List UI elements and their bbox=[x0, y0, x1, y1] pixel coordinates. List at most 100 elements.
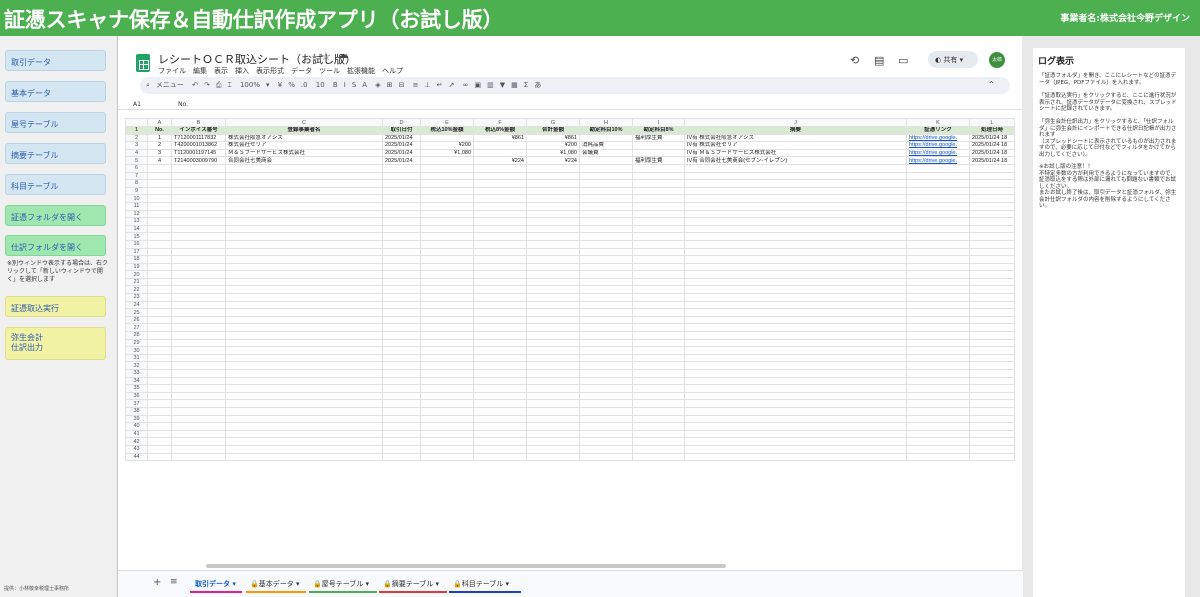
table-cell[interactable] bbox=[526, 315, 580, 325]
row-number[interactable]: 7 bbox=[125, 171, 148, 181]
table-cell[interactable] bbox=[579, 201, 633, 211]
table-cell[interactable] bbox=[382, 437, 421, 446]
table-cell[interactable] bbox=[420, 444, 474, 454]
table-cell[interactable] bbox=[420, 399, 474, 408]
table-cell[interactable] bbox=[420, 353, 474, 363]
table-cell[interactable]: 福利厚生費 bbox=[632, 133, 685, 143]
table-cell[interactable] bbox=[969, 331, 1015, 340]
table-cell[interactable] bbox=[147, 369, 172, 378]
table-cell[interactable] bbox=[906, 429, 970, 439]
table-cell[interactable] bbox=[906, 399, 970, 408]
star-icon[interactable]: ☆ bbox=[321, 50, 331, 63]
table-cell[interactable] bbox=[906, 376, 970, 386]
table-cell[interactable] bbox=[632, 331, 685, 340]
table-cell[interactable] bbox=[420, 262, 474, 272]
share-button[interactable]: ◐ 共有 ▾ bbox=[928, 51, 978, 68]
table-cell[interactable] bbox=[906, 452, 970, 462]
tab-summary-table[interactable]: 🔒摘要テーブル ▾ bbox=[383, 579, 439, 589]
table-cell[interactable] bbox=[579, 186, 633, 196]
table-cell[interactable] bbox=[147, 361, 172, 370]
table-cell[interactable] bbox=[906, 384, 970, 393]
table-cell[interactable] bbox=[526, 201, 580, 211]
strike-icon[interactable]: S bbox=[352, 81, 356, 89]
table-cell[interactable] bbox=[171, 361, 226, 370]
row-number[interactable]: 40 bbox=[125, 422, 148, 431]
open-voucher-folder-button[interactable]: 証憑フォルダを開く bbox=[5, 205, 106, 226]
header-cell[interactable]: 勘定科目8% bbox=[632, 126, 685, 135]
table-cell[interactable] bbox=[473, 346, 527, 355]
table-cell[interactable] bbox=[906, 262, 970, 272]
column-letter[interactable]: L bbox=[969, 118, 1015, 127]
row-number[interactable]: 6 bbox=[125, 163, 148, 173]
table-cell[interactable] bbox=[420, 270, 474, 279]
table-cell[interactable] bbox=[225, 361, 383, 370]
header-cell[interactable]: 税込8%金額 bbox=[473, 126, 527, 135]
table-cell[interactable] bbox=[526, 239, 580, 249]
table-cell[interactable] bbox=[382, 179, 421, 188]
table-cell[interactable] bbox=[632, 255, 685, 264]
table-cell[interactable] bbox=[906, 422, 970, 431]
table-cell[interactable] bbox=[969, 384, 1015, 393]
table-cell[interactable]: T4200001013862 bbox=[171, 141, 226, 150]
filter-icon[interactable]: ▼ bbox=[500, 81, 505, 89]
table-cell[interactable] bbox=[526, 217, 580, 226]
menu-view[interactable]: 表示 bbox=[214, 67, 228, 75]
table-cell[interactable] bbox=[420, 437, 474, 446]
table-cell[interactable] bbox=[473, 179, 527, 188]
row-number[interactable]: 28 bbox=[125, 331, 148, 340]
table-cell[interactable] bbox=[147, 414, 172, 424]
table-cell[interactable] bbox=[147, 376, 172, 386]
table-cell[interactable] bbox=[969, 232, 1015, 241]
table-cell[interactable] bbox=[147, 315, 172, 325]
table-cell[interactable] bbox=[526, 194, 580, 203]
search-icon[interactable]: ⌕ bbox=[146, 81, 150, 89]
page-scrollbar[interactable] bbox=[1188, 36, 1200, 597]
table-cell[interactable] bbox=[632, 452, 685, 462]
row-number[interactable]: 43 bbox=[125, 444, 148, 454]
table-cell[interactable] bbox=[969, 414, 1015, 424]
add-sheet-icon[interactable]: + bbox=[153, 577, 161, 588]
table-cell[interactable] bbox=[969, 391, 1015, 401]
table-cell[interactable]: ¥224 bbox=[473, 156, 527, 165]
table-cell[interactable] bbox=[632, 186, 685, 196]
table-cell[interactable] bbox=[171, 285, 226, 295]
table-cell[interactable] bbox=[382, 399, 421, 408]
table-cell[interactable] bbox=[225, 399, 383, 408]
table-cell[interactable] bbox=[969, 399, 1015, 408]
table-cell[interactable] bbox=[632, 444, 685, 454]
table-cell[interactable] bbox=[969, 179, 1015, 188]
table-cell[interactable] bbox=[420, 384, 474, 393]
table-cell[interactable]: T2140003009790 bbox=[171, 156, 226, 165]
table-cell[interactable] bbox=[632, 239, 685, 249]
transaction-data-button[interactable]: 取引データ bbox=[5, 50, 106, 71]
table-cell[interactable] bbox=[225, 232, 383, 241]
horizontal-scrollbar[interactable] bbox=[206, 564, 726, 568]
table-cell[interactable] bbox=[473, 406, 527, 416]
table-cell[interactable] bbox=[906, 232, 970, 241]
formula-content[interactable]: No. bbox=[178, 101, 188, 108]
menu-data[interactable]: データ bbox=[291, 67, 312, 75]
trade-name-table-button[interactable]: 屋号テーブル bbox=[5, 112, 106, 133]
table-cell[interactable] bbox=[171, 300, 226, 310]
table-cell[interactable] bbox=[579, 331, 633, 340]
table-cell[interactable] bbox=[225, 262, 383, 272]
table-cell[interactable] bbox=[171, 262, 226, 272]
text-color-icon[interactable]: A bbox=[362, 81, 367, 89]
table-cell[interactable]: T1120001197145 bbox=[171, 148, 226, 158]
table-cell[interactable] bbox=[969, 361, 1015, 370]
table-cell[interactable] bbox=[526, 255, 580, 264]
table-cell[interactable] bbox=[382, 315, 421, 325]
table-cell[interactable] bbox=[473, 437, 527, 446]
table-cell[interactable] bbox=[906, 224, 970, 234]
table-cell[interactable] bbox=[147, 285, 172, 295]
table-cell[interactable]: IV有 株式会社セリア bbox=[684, 141, 907, 150]
table-cell[interactable] bbox=[526, 179, 580, 188]
merge-icon[interactable]: ⊟ bbox=[399, 81, 405, 89]
table-cell[interactable] bbox=[579, 308, 633, 317]
row-number[interactable]: 19 bbox=[125, 262, 148, 272]
row-number[interactable]: 35 bbox=[125, 384, 148, 393]
table-cell[interactable] bbox=[420, 285, 474, 295]
table-cell[interactable] bbox=[526, 331, 580, 340]
table-cell[interactable] bbox=[526, 224, 580, 234]
table-cell[interactable] bbox=[969, 315, 1015, 325]
